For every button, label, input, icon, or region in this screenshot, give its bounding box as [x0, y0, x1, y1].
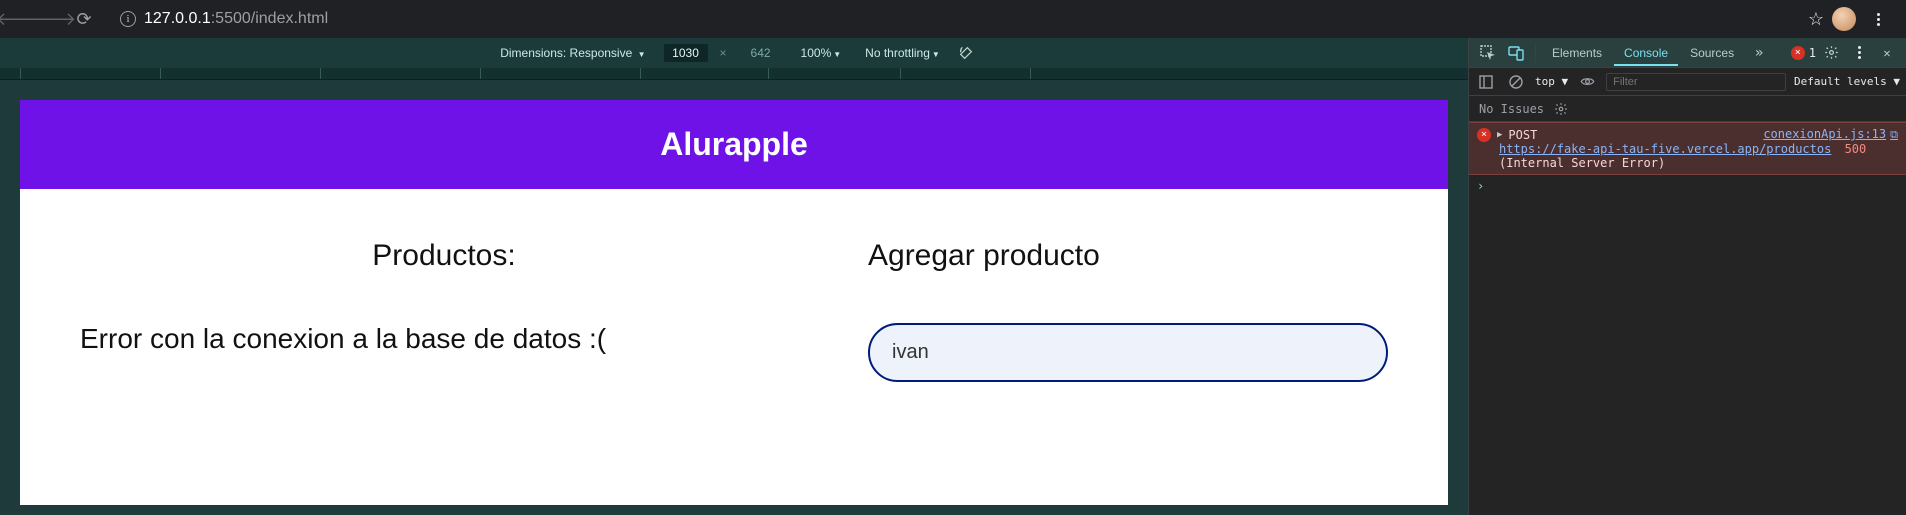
devtools-menu-button[interactable]	[1846, 40, 1872, 66]
console-log-area[interactable]: × ▶ POST conexionApi.js:13 https://fake-…	[1469, 122, 1906, 515]
devtools-tab-bar: Elements Console Sources × 1 ✕	[1469, 38, 1906, 68]
console-filter-input[interactable]	[1606, 73, 1786, 91]
console-error-entry[interactable]: × ▶ POST conexionApi.js:13 https://fake-…	[1469, 122, 1906, 175]
issues-settings-icon[interactable]	[1554, 102, 1568, 116]
tab-sources[interactable]: Sources	[1680, 40, 1744, 66]
request-method: POST	[1508, 128, 1537, 142]
product-name-input[interactable]	[868, 323, 1388, 382]
responsive-ruler[interactable]	[0, 68, 1468, 80]
devtools-panel: Elements Console Sources × 1 ✕ top ▼	[1468, 38, 1906, 515]
inspect-element-icon[interactable]	[1475, 40, 1501, 66]
issues-bar: No Issues	[1469, 96, 1906, 122]
device-toolbar: Dimensions: Responsive ▼ × 100%▼ No thro…	[0, 38, 1468, 68]
add-product-heading: Agregar producto	[868, 239, 1388, 273]
clear-console-icon[interactable]	[1505, 71, 1527, 93]
bookmark-star-icon[interactable]: ☆	[1808, 9, 1824, 30]
more-tabs-button[interactable]	[1746, 40, 1772, 66]
emulated-viewport[interactable]: Alurapple Productos: Error con la conexi…	[20, 100, 1448, 505]
app-header: Alurapple	[20, 100, 1448, 189]
tab-elements[interactable]: Elements	[1542, 40, 1612, 66]
console-prompt[interactable]	[1469, 175, 1906, 197]
zoom-dropdown[interactable]: 100%▼	[795, 44, 848, 62]
issues-label: No Issues	[1479, 102, 1544, 116]
error-icon: ×	[1477, 128, 1491, 142]
error-dot-icon: ×	[1791, 46, 1805, 60]
page-pane: Dimensions: Responsive ▼ × 100%▼ No thro…	[0, 38, 1468, 515]
rotate-icon[interactable]	[958, 45, 974, 61]
viewport-width-input[interactable]	[664, 44, 708, 62]
tab-console[interactable]: Console	[1614, 40, 1678, 66]
url-host: 127.0.0.1	[144, 10, 211, 27]
toggle-device-toolbar-icon[interactable]	[1503, 40, 1529, 66]
viewport-height-input[interactable]	[739, 44, 783, 62]
context-selector[interactable]: top ▼	[1535, 75, 1568, 88]
divider	[1535, 44, 1536, 62]
expand-triangle-icon[interactable]: ▶	[1497, 130, 1502, 140]
console-filter-bar: top ▼ Default levels ▼	[1469, 68, 1906, 96]
browser-toolbar: 🡐 🡒 ⟳ i 127.0.0.1:5500/index.html ☆	[0, 0, 1906, 38]
products-heading: Productos:	[80, 239, 808, 273]
chrome-menu-button[interactable]	[1864, 5, 1892, 33]
console-sidebar-toggle-icon[interactable]	[1475, 71, 1497, 93]
live-expression-icon[interactable]	[1576, 71, 1598, 93]
status-text: (Internal Server Error)	[1499, 156, 1898, 170]
request-url[interactable]: https://fake-api-tau-five.vercel.app/pro…	[1499, 142, 1831, 156]
forward-button[interactable]: 🡒	[38, 5, 66, 33]
db-error-message: Error con la conexion a la base de datos…	[80, 323, 808, 355]
url-path: :5500/index.html	[211, 10, 328, 27]
reload-button[interactable]: ⟳	[70, 5, 98, 33]
profile-avatar[interactable]	[1832, 7, 1856, 31]
dimensions-dropdown[interactable]: Dimensions: Responsive ▼	[494, 44, 651, 62]
error-count-badge[interactable]: × 1	[1791, 46, 1816, 60]
site-info-icon[interactable]: i	[120, 11, 136, 27]
address-bar[interactable]: i 127.0.0.1:5500/index.html	[110, 5, 1580, 33]
app-title: Alurapple	[30, 126, 1438, 163]
devtools-settings-icon[interactable]	[1818, 40, 1844, 66]
devtools-close-button[interactable]: ✕	[1874, 40, 1900, 66]
size-separator: ×	[720, 46, 727, 60]
status-code: 500	[1845, 142, 1867, 156]
throttling-dropdown[interactable]: No throttling▼	[859, 44, 946, 62]
log-levels-dropdown[interactable]: Default levels ▼	[1794, 75, 1900, 88]
source-link[interactable]: conexionApi.js:13	[1763, 127, 1898, 142]
